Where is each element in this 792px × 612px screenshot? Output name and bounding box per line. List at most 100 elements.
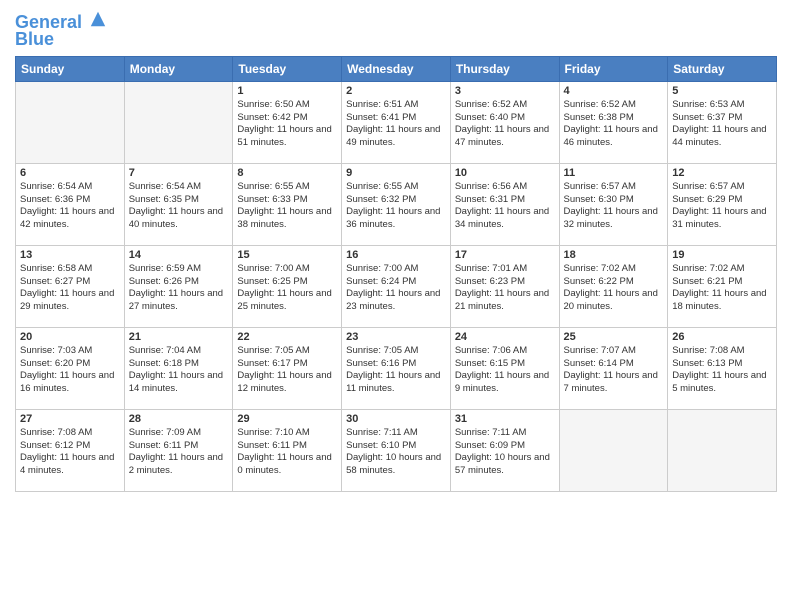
calendar-header-cell: Wednesday [342, 56, 451, 81]
calendar-day-cell: 22 Sunrise: 7:05 AMSunset: 6:17 PMDayligh… [233, 327, 342, 409]
calendar-week-row: 27 Sunrise: 7:08 AMSunset: 6:12 PMDayligh… [16, 409, 777, 491]
calendar-day-cell: 28 Sunrise: 7:09 AMSunset: 6:11 PMDayligh… [124, 409, 233, 491]
day-number: 11 [564, 167, 664, 179]
day-number: 24 [455, 331, 555, 343]
day-detail: Sunrise: 6:55 AMSunset: 6:32 PMDaylight:… [346, 181, 446, 232]
calendar-day-cell [124, 81, 233, 163]
calendar-day-cell: 1 Sunrise: 6:50 AMSunset: 6:42 PMDaylight… [233, 81, 342, 163]
calendar-day-cell: 8Sunrise: 6:55 AMSunset: 6:33 PMDaylight… [233, 163, 342, 245]
logo: General Blue [15, 10, 107, 50]
calendar-week-row: 1 Sunrise: 6:50 AMSunset: 6:42 PMDaylight… [16, 81, 777, 163]
calendar-day-cell: 30 Sunrise: 7:11 AMSunset: 6:10 PMDayligh… [342, 409, 451, 491]
day-detail: Sunrise: 6:58 AMSunset: 6:27 PMDaylight:… [20, 263, 120, 314]
calendar-day-cell: 7 Sunrise: 6:54 AMSunset: 6:35 PMDaylight… [124, 163, 233, 245]
day-detail: Sunrise: 7:10 AMSunset: 6:11 PMDaylight:… [237, 427, 337, 478]
calendar-week-row: 6Sunrise: 6:54 AMSunset: 6:36 PMDaylight… [16, 163, 777, 245]
calendar-header-cell: Monday [124, 56, 233, 81]
day-detail: Sunrise: 6:59 AMSunset: 6:26 PMDaylight:… [129, 263, 229, 314]
logo-icon [89, 10, 107, 28]
day-number: 22 [237, 331, 337, 343]
calendar-day-cell: 21 Sunrise: 7:04 AMSunset: 6:18 PMDayligh… [124, 327, 233, 409]
calendar-body: 1 Sunrise: 6:50 AMSunset: 6:42 PMDaylight… [16, 81, 777, 491]
day-detail: Sunrise: 7:07 AMSunset: 6:14 PMDaylight:… [564, 345, 664, 396]
calendar-header-cell: Tuesday [233, 56, 342, 81]
day-detail: Sunrise: 6:54 AMSunset: 6:35 PMDaylight:… [129, 181, 229, 232]
calendar-day-cell [559, 409, 668, 491]
calendar-day-cell: 13 Sunrise: 6:58 AMSunset: 6:27 PMDayligh… [16, 245, 125, 327]
calendar-header-cell: Friday [559, 56, 668, 81]
day-number: 30 [346, 413, 446, 425]
day-detail: Sunrise: 7:05 AMSunset: 6:16 PMDaylight:… [346, 345, 446, 396]
day-number: 2 [346, 85, 446, 97]
day-number: 27 [20, 413, 120, 425]
day-detail: Sunrise: 7:05 AMSunset: 6:17 PMDaylight:… [237, 345, 337, 396]
day-detail: Sunrise: 7:08 AMSunset: 6:12 PMDaylight:… [20, 427, 120, 478]
day-detail: Sunrise: 6:53 AMSunset: 6:37 PMDaylight:… [672, 99, 772, 150]
calendar-day-cell: 27 Sunrise: 7:08 AMSunset: 6:12 PMDayligh… [16, 409, 125, 491]
day-detail: Sunrise: 7:01 AMSunset: 6:23 PMDaylight:… [455, 263, 555, 314]
day-detail: Sunrise: 7:11 AMSunset: 6:09 PMDaylight:… [455, 427, 555, 478]
calendar-day-cell: 23Sunrise: 7:05 AMSunset: 6:16 PMDayligh… [342, 327, 451, 409]
day-number: 31 [455, 413, 555, 425]
day-number: 19 [672, 249, 772, 261]
calendar-day-cell: 12 Sunrise: 6:57 AMSunset: 6:29 PMDayligh… [668, 163, 777, 245]
day-detail: Sunrise: 6:51 AMSunset: 6:41 PMDaylight:… [346, 99, 446, 150]
calendar-day-cell: 2 Sunrise: 6:51 AMSunset: 6:41 PMDaylight… [342, 81, 451, 163]
calendar-day-cell: 6Sunrise: 6:54 AMSunset: 6:36 PMDaylight… [16, 163, 125, 245]
day-detail: Sunrise: 7:02 AMSunset: 6:22 PMDaylight:… [564, 263, 664, 314]
day-number: 10 [455, 167, 555, 179]
day-detail: Sunrise: 7:09 AMSunset: 6:11 PMDaylight:… [129, 427, 229, 478]
day-detail: Sunrise: 7:08 AMSunset: 6:13 PMDaylight:… [672, 345, 772, 396]
page-header: General Blue [15, 10, 777, 50]
calendar-header-cell: Sunday [16, 56, 125, 81]
day-number: 13 [20, 249, 120, 261]
calendar-day-cell: 18 Sunrise: 7:02 AMSunset: 6:22 PMDayligh… [559, 245, 668, 327]
calendar-day-cell: 20 Sunrise: 7:03 AMSunset: 6:20 PMDayligh… [16, 327, 125, 409]
day-number: 1 [237, 85, 337, 97]
calendar-day-cell: 4 Sunrise: 6:52 AMSunset: 6:38 PMDaylight… [559, 81, 668, 163]
day-number: 26 [672, 331, 772, 343]
calendar-day-cell: 19Sunrise: 7:02 AMSunset: 6:21 PMDayligh… [668, 245, 777, 327]
day-number: 16 [346, 249, 446, 261]
day-number: 18 [564, 249, 664, 261]
day-detail: Sunrise: 6:52 AMSunset: 6:38 PMDaylight:… [564, 99, 664, 150]
calendar-week-row: 13 Sunrise: 6:58 AMSunset: 6:27 PMDayligh… [16, 245, 777, 327]
day-detail: Sunrise: 7:11 AMSunset: 6:10 PMDaylight:… [346, 427, 446, 478]
calendar-day-cell: 10 Sunrise: 6:56 AMSunset: 6:31 PMDayligh… [450, 163, 559, 245]
calendar-day-cell: 14 Sunrise: 6:59 AMSunset: 6:26 PMDayligh… [124, 245, 233, 327]
day-detail: Sunrise: 7:06 AMSunset: 6:15 PMDaylight:… [455, 345, 555, 396]
day-detail: Sunrise: 6:55 AMSunset: 6:33 PMDaylight:… [237, 181, 337, 232]
calendar-day-cell: 25Sunrise: 7:07 AMSunset: 6:14 PMDayligh… [559, 327, 668, 409]
day-number: 29 [237, 413, 337, 425]
day-number: 9 [346, 167, 446, 179]
day-number: 5 [672, 85, 772, 97]
day-number: 3 [455, 85, 555, 97]
day-number: 7 [129, 167, 229, 179]
calendar-day-cell: 17 Sunrise: 7:01 AMSunset: 6:23 PMDayligh… [450, 245, 559, 327]
calendar-day-cell: 24 Sunrise: 7:06 AMSunset: 6:15 PMDayligh… [450, 327, 559, 409]
calendar-day-cell: 31 Sunrise: 7:11 AMSunset: 6:09 PMDayligh… [450, 409, 559, 491]
day-detail: Sunrise: 7:00 AMSunset: 6:25 PMDaylight:… [237, 263, 337, 314]
day-detail: Sunrise: 6:56 AMSunset: 6:31 PMDaylight:… [455, 181, 555, 232]
day-number: 20 [20, 331, 120, 343]
calendar-table: SundayMondayTuesdayWednesdayThursdayFrid… [15, 56, 777, 492]
day-number: 17 [455, 249, 555, 261]
day-detail: Sunrise: 6:50 AMSunset: 6:42 PMDaylight:… [237, 99, 337, 150]
calendar-day-cell: 5 Sunrise: 6:53 AMSunset: 6:37 PMDaylight… [668, 81, 777, 163]
day-detail: Sunrise: 7:04 AMSunset: 6:18 PMDaylight:… [129, 345, 229, 396]
day-detail: Sunrise: 7:03 AMSunset: 6:20 PMDaylight:… [20, 345, 120, 396]
calendar-day-cell: 16Sunrise: 7:00 AMSunset: 6:24 PMDayligh… [342, 245, 451, 327]
calendar-header-cell: Saturday [668, 56, 777, 81]
calendar-day-cell: 9 Sunrise: 6:55 AMSunset: 6:32 PMDaylight… [342, 163, 451, 245]
calendar-day-cell: 26 Sunrise: 7:08 AMSunset: 6:13 PMDayligh… [668, 327, 777, 409]
calendar-day-cell: 3 Sunrise: 6:52 AMSunset: 6:40 PMDaylight… [450, 81, 559, 163]
day-number: 28 [129, 413, 229, 425]
day-detail: Sunrise: 6:57 AMSunset: 6:29 PMDaylight:… [672, 181, 772, 232]
day-number: 14 [129, 249, 229, 261]
day-number: 21 [129, 331, 229, 343]
day-number: 12 [672, 167, 772, 179]
day-number: 4 [564, 85, 664, 97]
day-detail: Sunrise: 6:52 AMSunset: 6:40 PMDaylight:… [455, 99, 555, 150]
calendar-day-cell: 11Sunrise: 6:57 AMSunset: 6:30 PMDayligh… [559, 163, 668, 245]
day-detail: Sunrise: 6:54 AMSunset: 6:36 PMDaylight:… [20, 181, 120, 232]
